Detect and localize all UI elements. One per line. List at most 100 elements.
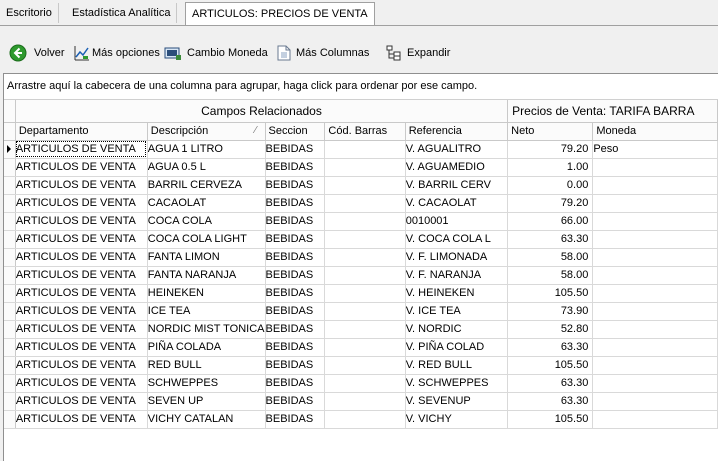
cell-neto[interactable]: 63.30 <box>507 392 594 411</box>
cell-moneda[interactable] <box>592 266 718 285</box>
cell-descripcion[interactable]: HEINEKEN <box>147 284 266 303</box>
cell-referencia[interactable]: V. AGUAMEDIO <box>405 158 509 177</box>
cell-referencia[interactable]: V. VICHY <box>405 410 509 429</box>
cell-descripcion[interactable]: SCHWEPPES <box>147 374 266 393</box>
cell-departamento[interactable]: ARTICULOS DE VENTA <box>15 284 148 303</box>
cell-moneda[interactable] <box>592 194 718 213</box>
cell-descripcion[interactable]: NORDIC MIST TONICA <box>147 320 266 339</box>
cell-moneda[interactable] <box>592 320 718 339</box>
row-indicator[interactable] <box>4 374 16 393</box>
cell-descripcion[interactable]: BARRIL CERVEZA <box>147 176 266 195</box>
cell-referencia[interactable]: 0010001 <box>405 212 509 231</box>
cell-seccion[interactable]: BEBIDAS <box>265 158 326 177</box>
cell-moneda[interactable] <box>592 392 718 411</box>
cell-moneda[interactable] <box>592 158 718 177</box>
cell-neto[interactable]: 105.50 <box>507 356 594 375</box>
cell-moneda[interactable] <box>592 248 718 267</box>
cell-neto[interactable]: 1.00 <box>507 158 594 177</box>
table-row[interactable]: ARTICULOS DE VENTA HEINEKEN BEBIDAS V. HEIN… <box>4 284 718 303</box>
table-row[interactable]: ARTICULOS DE VENTA AGUA 0.5 L BEBIDAS V. AG… <box>4 158 718 177</box>
column-header-neto[interactable]: Neto <box>507 122 594 141</box>
cell-cod-barras[interactable] <box>324 410 406 429</box>
cell-cod-barras[interactable] <box>324 392 406 411</box>
tab-escritorio[interactable]: Escritorio <box>0 3 59 23</box>
cell-neto[interactable]: 79.20 <box>507 140 594 159</box>
cell-descripcion[interactable]: PIÑA COLADA <box>147 338 266 357</box>
cell-neto[interactable]: 58.00 <box>507 266 594 285</box>
cell-cod-barras[interactable] <box>324 302 406 321</box>
cell-cod-barras[interactable] <box>324 374 406 393</box>
cell-neto[interactable]: 0.00 <box>507 176 594 195</box>
cell-departamento[interactable]: ARTICULOS DE VENTA <box>15 356 148 375</box>
cell-neto[interactable]: 63.30 <box>507 230 594 249</box>
cell-referencia[interactable]: V. RED BULL <box>405 356 509 375</box>
cell-departamento[interactable]: ARTICULOS DE VENTA <box>15 158 148 177</box>
table-row[interactable]: ARTICULOS DE VENTA FANTA NARANJA BEBIDAS V.… <box>4 266 718 285</box>
cell-seccion[interactable]: BEBIDAS <box>265 176 326 195</box>
mas-opciones-button[interactable]: Más opciones <box>74 43 160 63</box>
group-by-area[interactable]: Arrastre aquí la cabecera de una columna… <box>4 78 718 100</box>
cell-cod-barras[interactable] <box>324 338 406 357</box>
column-header-cod-barras[interactable]: Cód. Barras <box>324 122 406 141</box>
row-indicator[interactable] <box>4 284 16 303</box>
row-indicator[interactable] <box>4 266 16 285</box>
row-indicator[interactable] <box>4 194 16 213</box>
cell-neto[interactable]: 105.50 <box>507 284 594 303</box>
cell-departamento[interactable]: ARTICULOS DE VENTA <box>15 140 148 159</box>
cell-departamento[interactable]: ARTICULOS DE VENTA <box>15 230 148 249</box>
cell-departamento[interactable]: ARTICULOS DE VENTA <box>15 176 148 195</box>
cell-descripcion[interactable]: FANTA LIMON <box>147 248 266 267</box>
cell-seccion[interactable]: BEBIDAS <box>265 194 326 213</box>
cell-referencia[interactable]: V. PIÑA COLAD <box>405 338 509 357</box>
cell-referencia[interactable]: V. BARRIL CERV <box>405 176 509 195</box>
cell-referencia[interactable]: V. F. LIMONADA <box>405 248 509 267</box>
cell-seccion[interactable]: BEBIDAS <box>265 356 326 375</box>
cell-cod-barras[interactable] <box>324 158 406 177</box>
table-row[interactable]: ARTICULOS DE VENTA RED BULL BEBIDAS V. RED … <box>4 356 718 375</box>
column-header-descripcion[interactable]: Descripción ⁄ <box>147 122 266 141</box>
cell-referencia[interactable]: V. COCA COLA L <box>405 230 509 249</box>
cell-cod-barras[interactable] <box>324 212 406 231</box>
cambio-moneda-button[interactable]: Cambio Moneda <box>164 43 268 63</box>
cell-moneda[interactable] <box>592 212 718 231</box>
cell-cod-barras[interactable] <box>324 248 406 267</box>
cell-neto[interactable]: 105.50 <box>507 410 594 429</box>
cell-referencia[interactable]: V. CACAOLAT <box>405 194 509 213</box>
cell-descripcion[interactable]: ICE TEA <box>147 302 266 321</box>
column-header-referencia[interactable]: Referencia <box>405 122 509 141</box>
cell-seccion[interactable]: BEBIDAS <box>265 140 326 159</box>
cell-moneda[interactable] <box>592 374 718 393</box>
cell-descripcion[interactable]: AGUA 1 LITRO <box>147 140 266 159</box>
cell-referencia[interactable]: V. SCHWEPPES <box>405 374 509 393</box>
row-indicator[interactable] <box>4 212 16 231</box>
cell-neto[interactable]: 73.90 <box>507 302 594 321</box>
cell-departamento[interactable]: ARTICULOS DE VENTA <box>15 392 148 411</box>
cell-descripcion[interactable]: COCA COLA LIGHT <box>147 230 266 249</box>
row-indicator[interactable] <box>4 392 16 411</box>
row-indicator[interactable] <box>4 410 16 429</box>
cell-moneda[interactable] <box>592 356 718 375</box>
cell-seccion[interactable]: BEBIDAS <box>265 410 326 429</box>
table-row[interactable]: ARTICULOS DE VENTA NORDIC MIST TONICA BEBI… <box>4 320 718 339</box>
cell-neto[interactable]: 79.20 <box>507 194 594 213</box>
mas-columnas-button[interactable]: Más Columnas <box>277 43 369 63</box>
cell-descripcion[interactable]: RED BULL <box>147 356 266 375</box>
table-row[interactable]: ARTICULOS DE VENTA AGUA 1 LITRO BEBIDAS V. … <box>4 140 718 159</box>
tab-estadistica-analitica[interactable]: Estadística Analítica <box>66 3 178 23</box>
row-indicator[interactable] <box>4 140 16 159</box>
cell-neto[interactable]: 66.00 <box>507 212 594 231</box>
cell-descripcion[interactable]: VICHY CATALAN <box>147 410 266 429</box>
cell-cod-barras[interactable] <box>324 284 406 303</box>
table-row[interactable]: ARTICULOS DE VENTA CACAOLAT BEBIDAS V. CACA… <box>4 194 718 213</box>
cell-seccion[interactable]: BEBIDAS <box>265 284 326 303</box>
row-indicator[interactable] <box>4 320 16 339</box>
cell-neto[interactable]: 52.80 <box>507 320 594 339</box>
cell-referencia[interactable]: V. ICE TEA <box>405 302 509 321</box>
cell-referencia[interactable]: V. F. NARANJA <box>405 266 509 285</box>
cell-neto[interactable]: 58.00 <box>507 248 594 267</box>
cell-seccion[interactable]: BEBIDAS <box>265 374 326 393</box>
cell-descripcion[interactable]: FANTA NARANJA <box>147 266 266 285</box>
cell-departamento[interactable]: ARTICULOS DE VENTA <box>15 320 148 339</box>
cell-cod-barras[interactable] <box>324 140 406 159</box>
row-indicator[interactable] <box>4 356 16 375</box>
